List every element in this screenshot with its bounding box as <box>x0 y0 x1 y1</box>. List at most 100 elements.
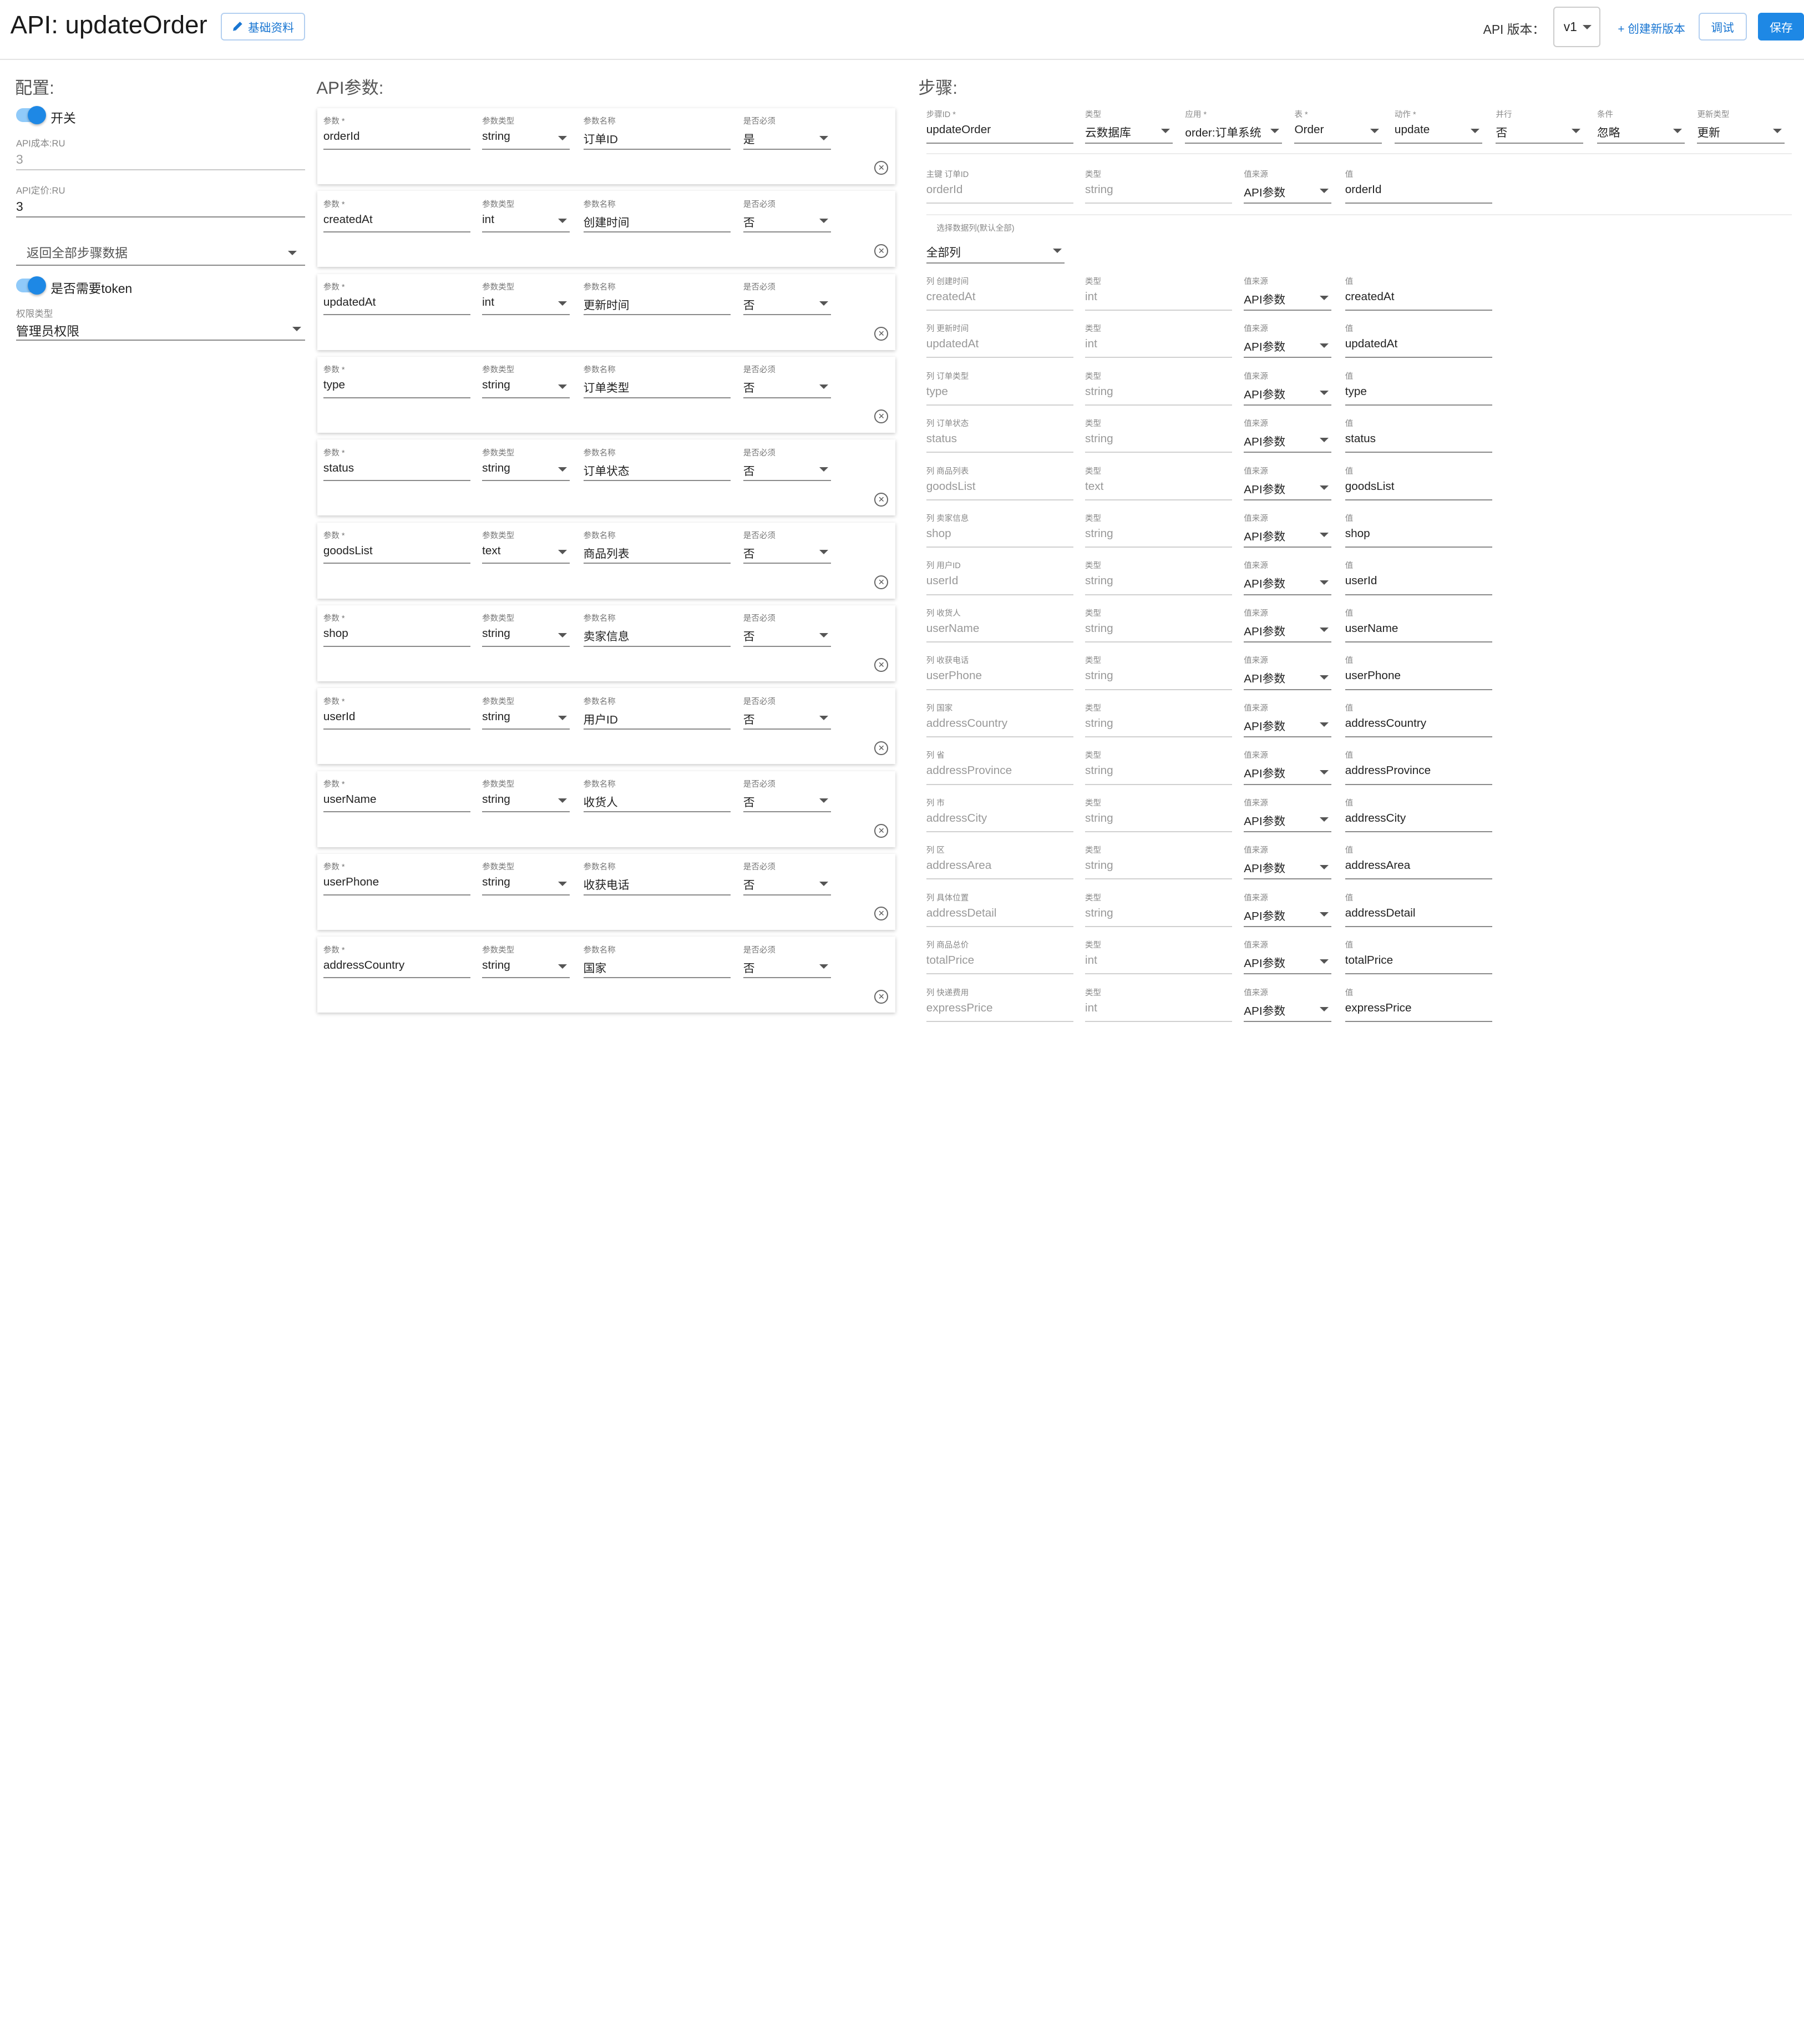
version-select[interactable]: v1 <box>1553 7 1601 48</box>
remove-param-icon[interactable]: × <box>874 244 889 258</box>
columns-select-label: 选择数据列(默认全部) <box>936 224 1015 234</box>
param-field-label: 参数类型 <box>482 945 515 955</box>
chevron-down-icon <box>1320 675 1329 680</box>
step-field-value: text <box>1085 479 1104 493</box>
step-field-label: 值 <box>1345 988 1354 998</box>
perm-select[interactable]: 管理员权限 <box>16 321 79 340</box>
remove-param-icon[interactable]: × <box>874 575 889 589</box>
field-underline <box>1345 831 1493 833</box>
chevron-down-icon <box>1052 249 1062 253</box>
step-field-label: 值来源 <box>1244 988 1268 998</box>
field-underline <box>926 143 1074 144</box>
token-toggle[interactable] <box>16 276 46 295</box>
step-field-value: int <box>1085 337 1097 351</box>
field-underline <box>1345 309 1493 311</box>
field-underline <box>323 397 471 398</box>
step-field-value: string <box>1085 811 1113 824</box>
basic-info-button[interactable]: 基础资料 <box>221 12 305 41</box>
param-field-value: string <box>482 958 510 972</box>
columns-select-value: 全部列 <box>926 246 961 259</box>
remove-param-icon[interactable]: × <box>874 658 889 672</box>
step-field-value: API参数 <box>1244 530 1286 543</box>
field-underline <box>1085 357 1233 358</box>
field-underline <box>583 811 731 813</box>
remove-param-icon[interactable]: × <box>874 824 889 838</box>
param-field-label: 参数 * <box>323 200 345 209</box>
param-field-value: addressCountry <box>323 958 405 972</box>
param-field-label: 参数 * <box>323 448 345 458</box>
field-underline <box>482 977 570 979</box>
price-input[interactable]: 3 <box>16 199 23 214</box>
field-underline <box>743 645 831 647</box>
step-field-label: 应用 * <box>1185 110 1207 119</box>
param-field-value: 否 <box>743 879 755 892</box>
remove-param-icon[interactable]: × <box>874 161 889 175</box>
field-underline <box>583 563 731 564</box>
remove-param-icon[interactable]: × <box>874 989 889 1004</box>
step-field-value: addressCity <box>1345 811 1406 824</box>
save-button[interactable]: 保存 <box>1758 12 1804 41</box>
remove-param-icon[interactable]: × <box>874 492 889 507</box>
param-field-label: 参数类型 <box>482 863 515 872</box>
field-underline <box>583 314 731 316</box>
switch-toggle[interactable] <box>16 105 46 124</box>
step-field-label: 值来源 <box>1244 372 1268 381</box>
field-underline <box>926 689 1074 690</box>
param-field-label: 参数名称 <box>583 697 616 706</box>
param-card: 参数 * updatedAt 参数类型 int 参数名称 更新时间 是否必须否 × <box>317 274 895 350</box>
field-underline <box>926 309 1074 311</box>
step-field-value: string <box>1085 183 1113 196</box>
param-field-label: 参数名称 <box>583 780 616 790</box>
step-field-label: 值 <box>1345 893 1354 903</box>
version-label: API 版本： <box>1483 22 1545 37</box>
divider <box>926 153 1792 154</box>
field-underline <box>1345 641 1493 643</box>
remove-param-icon[interactable]: × <box>874 907 889 921</box>
chevron-down-icon <box>1320 390 1329 395</box>
step-field-label: 类型 <box>1085 751 1101 761</box>
debug-button[interactable]: 调试 <box>1698 12 1747 41</box>
step-field-label: 表 * <box>1294 110 1308 119</box>
remove-param-icon[interactable]: × <box>874 741 889 755</box>
field-underline <box>1294 143 1382 144</box>
param-field-value: 否 <box>743 713 755 726</box>
field-underline <box>1345 973 1493 975</box>
chevron-down-icon <box>819 550 828 555</box>
field-underline <box>323 728 471 730</box>
param-field-value: 否 <box>743 382 755 395</box>
step-field-value: API参数 <box>1244 672 1286 686</box>
param-field-label: 参数 * <box>323 863 345 872</box>
step-field-value: shop <box>1345 527 1370 540</box>
param-field-value: string <box>482 461 510 474</box>
field-underline <box>743 811 831 813</box>
return-data-select[interactable]: 返回全部步骤数据 <box>27 243 128 261</box>
remove-param-icon[interactable]: × <box>874 327 889 341</box>
param-field-label: 参数类型 <box>482 117 515 127</box>
remove-param-icon[interactable]: × <box>874 409 889 424</box>
chevron-down-icon <box>1673 129 1682 134</box>
chevron-down-icon <box>1320 628 1329 632</box>
step-field-value: addressDetail <box>926 906 997 919</box>
field-underline <box>1244 641 1331 643</box>
param-field-value: string <box>482 876 510 889</box>
field-underline <box>1085 452 1233 453</box>
chevron-down-icon <box>558 716 567 720</box>
field-underline <box>1085 831 1233 833</box>
field-underline <box>482 231 570 232</box>
param-field-value: 否 <box>743 962 755 975</box>
create-version-button[interactable]: + 创建新版本 <box>1618 19 1685 36</box>
step-field-value: update <box>1394 123 1430 136</box>
field-underline <box>926 831 1074 833</box>
cost-value: 3 <box>16 151 23 166</box>
step-field-value: addressCountry <box>926 716 1008 730</box>
param-field-value: 否 <box>743 299 755 312</box>
field-underline <box>926 594 1074 595</box>
param-field-value: 商品列表 <box>583 548 630 561</box>
param-card: 参数 * userPhone 参数类型 string 参数名称 收获电话 是否必须否 × <box>317 854 895 930</box>
param-field-value: 收获电话 <box>583 879 630 892</box>
field-underline <box>323 148 471 150</box>
field-underline <box>1244 831 1331 833</box>
step-field-value: type <box>1345 384 1367 398</box>
step-field-value: API参数 <box>1244 186 1286 199</box>
field-underline <box>482 728 570 730</box>
